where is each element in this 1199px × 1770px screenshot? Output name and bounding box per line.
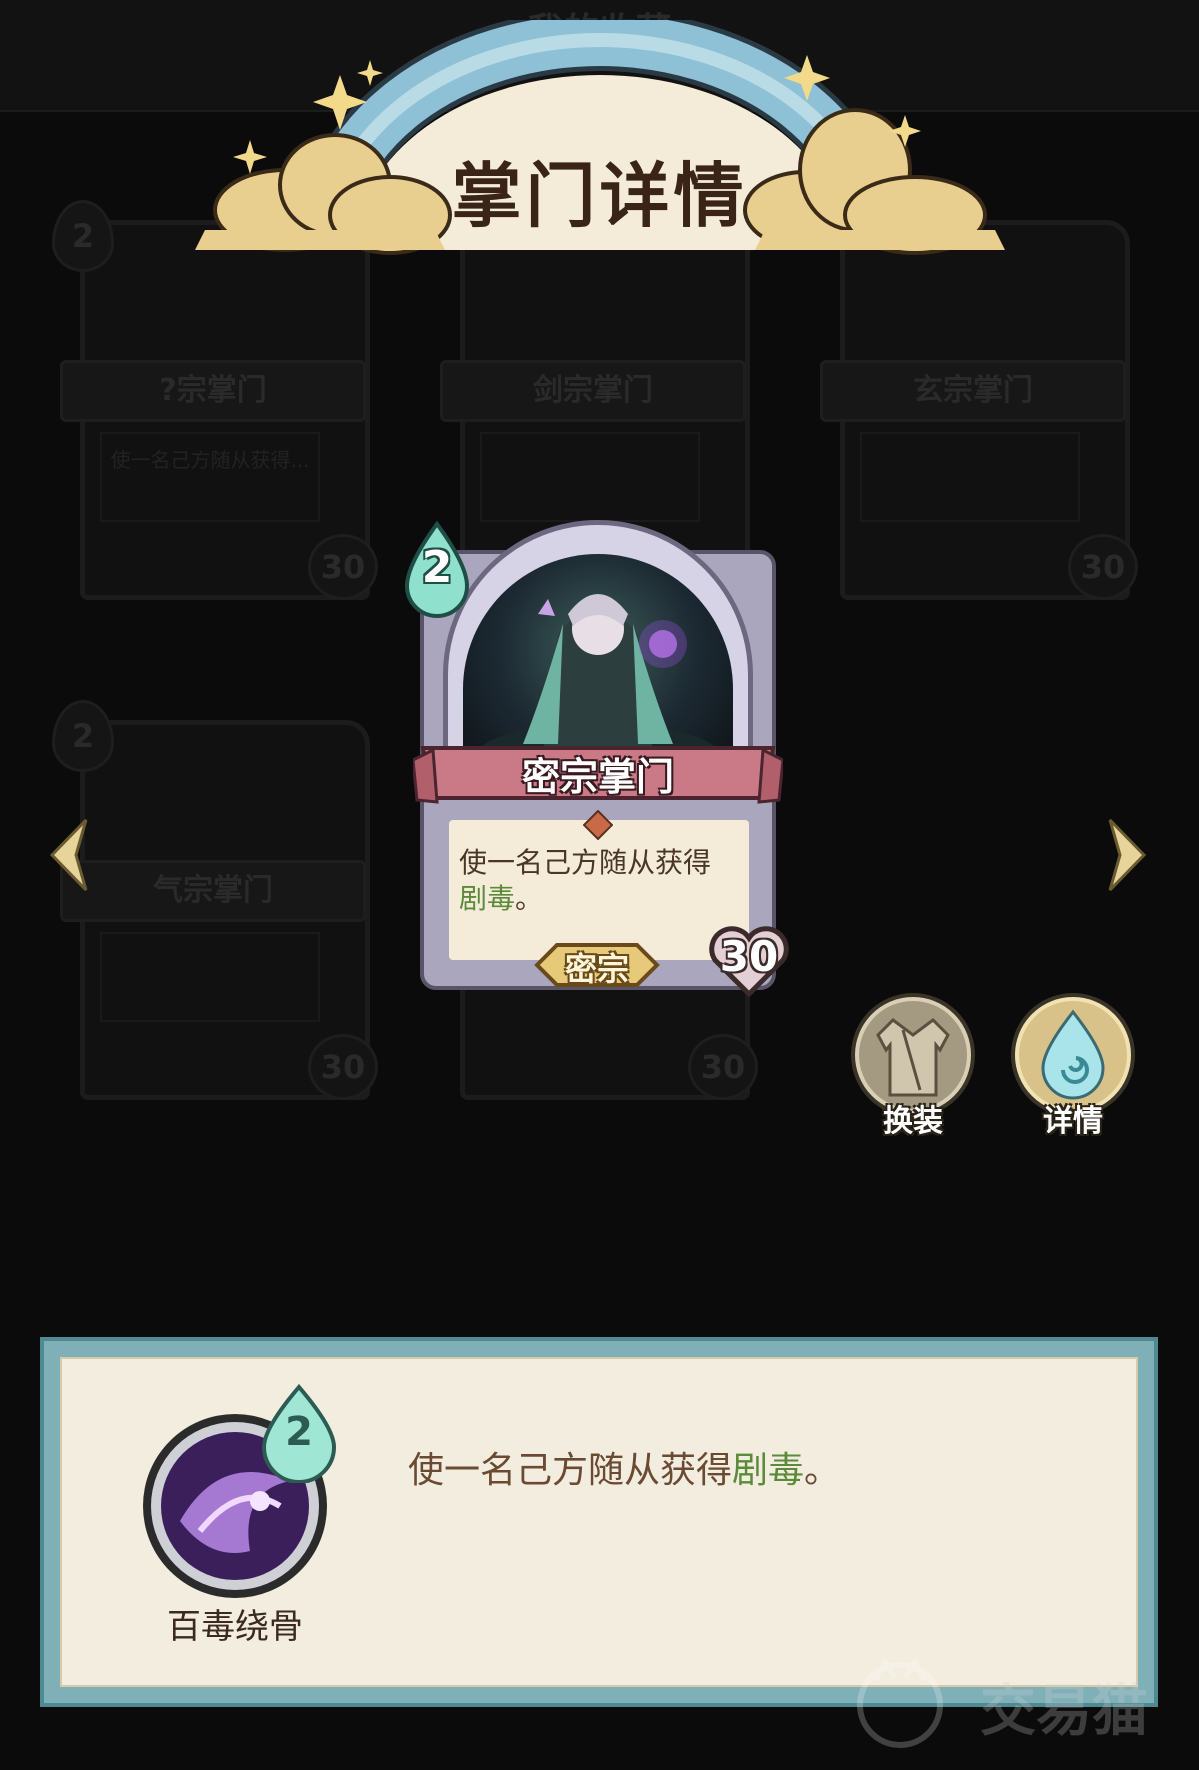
skill-description-suffix: 。 bbox=[804, 1450, 841, 1491]
page-title: 掌门详情 bbox=[451, 155, 748, 237]
diamond-divider-icon bbox=[583, 810, 613, 840]
background-card: 气宗掌门 2 30 bbox=[52, 700, 378, 1100]
hp-value: 30 bbox=[719, 932, 779, 981]
next-arrow-icon[interactable] bbox=[1106, 815, 1150, 895]
skill-description: 使一名己方随从获得剧毒。 bbox=[408, 1441, 840, 1493]
skill-keyword: 剧毒 bbox=[732, 1450, 805, 1491]
skill-name: 百毒绕骨 bbox=[167, 1607, 303, 1647]
hp-badge: 30 bbox=[308, 534, 378, 600]
change-outfit-label: 换装 bbox=[883, 1104, 943, 1139]
sect-tag: 密宗 bbox=[564, 950, 629, 988]
hp-badge: 30 bbox=[1068, 534, 1138, 600]
card-description bbox=[480, 432, 700, 522]
cost-value: 2 bbox=[421, 542, 453, 593]
skill-description-text: 使一名己方随从获得 bbox=[408, 1450, 733, 1491]
details-label: 详情 bbox=[1043, 1104, 1103, 1139]
main-card[interactable]: 密宗掌门 使一名己方随从获得 剧毒。 密宗 2 30 bbox=[404, 520, 789, 998]
card-description bbox=[860, 432, 1080, 522]
skill-cost: 2 bbox=[285, 1409, 313, 1455]
card-description bbox=[100, 932, 320, 1022]
card-name: ?宗掌门 bbox=[60, 360, 366, 422]
card-name: 玄宗掌门 bbox=[820, 360, 1126, 422]
hp-badge: 30 bbox=[688, 1034, 758, 1100]
description-suffix: 。 bbox=[515, 882, 544, 915]
description-text: 使一名己方随从获得 bbox=[459, 846, 712, 879]
card-name: 气宗掌门 bbox=[60, 860, 366, 922]
cost-gem: 2 bbox=[52, 700, 114, 772]
hp-badge: 30 bbox=[308, 1034, 378, 1100]
card-name: 密宗掌门 bbox=[521, 755, 674, 799]
card-description: 使一名己方随从获得... bbox=[100, 432, 320, 522]
card-description: 使一名己方随从获得 剧毒。 bbox=[459, 845, 749, 917]
watermark-text: 交易猫 bbox=[980, 1679, 1148, 1744]
card-name: 剑宗掌门 bbox=[440, 360, 746, 422]
keyword-text: 剧毒 bbox=[459, 882, 516, 915]
prev-arrow-icon[interactable] bbox=[46, 815, 90, 895]
